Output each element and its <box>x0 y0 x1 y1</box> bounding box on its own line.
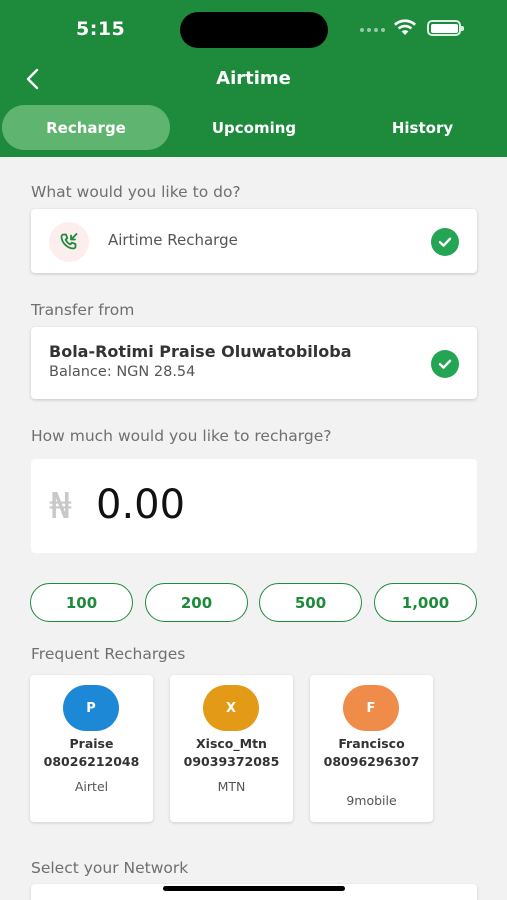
naira-symbol: ₦ <box>49 486 72 527</box>
tab-bar: Recharge Upcoming History <box>0 105 507 151</box>
tab-history[interactable]: History <box>338 105 507 150</box>
tab-recharge[interactable]: Recharge <box>2 105 170 150</box>
phone-incoming-icon <box>49 222 89 262</box>
signal-icon <box>360 28 385 32</box>
frequent-recharge-card[interactable]: X Xisco_Mtn 09039372085 MTN <box>170 675 293 822</box>
account-balance: Balance: NGN 28.54 <box>49 364 196 380</box>
contact-network: MTN <box>217 779 246 794</box>
check-icon <box>431 350 459 378</box>
home-indicator <box>163 886 345 891</box>
frequent-recharge-card[interactable]: F Francisco 08096296307 9mobile <box>310 675 433 822</box>
contact-network: Airtel <box>74 779 109 794</box>
amount-label: How much would you like to recharge? <box>31 427 332 445</box>
avatar: F <box>343 685 399 731</box>
amount-chip-500[interactable]: 500 <box>259 583 362 622</box>
status-time: 5:15 <box>76 18 126 40</box>
amount-chip-200[interactable]: 200 <box>145 583 248 622</box>
app-header: 5:15 Airtime Recharge Upcoming History <box>0 0 507 157</box>
operation-value: Airtime Recharge <box>108 231 238 249</box>
status-bar: 5:15 <box>0 0 507 58</box>
contact-name: Xisco_Mtn <box>196 736 267 751</box>
amount-value[interactable]: 0.00 <box>96 482 185 528</box>
contact-network: 9mobile <box>346 793 397 808</box>
transfer-label: Transfer from <box>31 301 135 319</box>
contact-number: 09039372085 <box>183 754 280 769</box>
wifi-icon <box>394 19 416 35</box>
avatar: X <box>203 685 259 731</box>
account-select[interactable]: Bola-Rotimi Praise Oluwatobiloba Balance… <box>31 327 477 399</box>
account-name: Bola-Rotimi Praise Oluwatobiloba <box>49 342 352 361</box>
contact-number: 08096296307 <box>323 754 420 769</box>
frequent-label: Frequent Recharges <box>31 645 186 663</box>
frequent-recharge-card[interactable]: P Praise 08026212048 Airtel <box>30 675 153 822</box>
amount-chip-1000[interactable]: 1,000 <box>374 583 477 622</box>
check-icon <box>431 228 459 256</box>
amount-chip-100[interactable]: 100 <box>30 583 133 622</box>
operation-select[interactable]: Airtime Recharge <box>31 209 477 273</box>
operation-label: What would you like to do? <box>31 183 241 201</box>
contact-name: Praise <box>69 736 114 751</box>
amount-input[interactable]: ₦ 0.00 <box>31 459 477 553</box>
page-title: Airtime <box>216 68 291 89</box>
network-label: Select your Network <box>31 859 189 877</box>
tab-upcoming[interactable]: Upcoming <box>170 105 338 150</box>
contact-number: 08026212048 <box>43 754 140 769</box>
dynamic-island <box>180 12 328 48</box>
battery-icon <box>427 20 464 36</box>
avatar: P <box>63 685 119 731</box>
contact-name: Francisco <box>338 736 405 751</box>
